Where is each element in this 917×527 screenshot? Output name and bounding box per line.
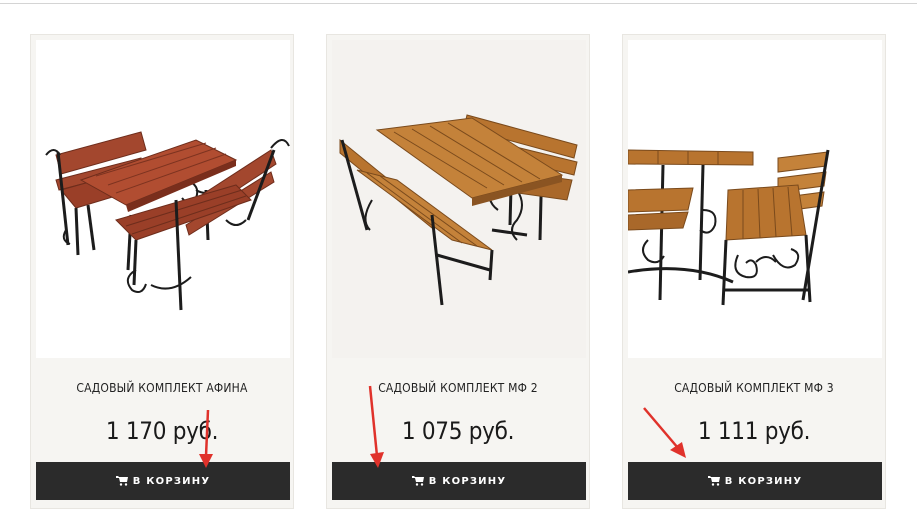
product-price: 1 111 руб. xyxy=(697,417,811,445)
product-image[interactable] xyxy=(36,40,290,358)
product-card: САДОВЫЙ КОМПЛЕКТ МФ 2 1 075 руб. В КОРЗИ… xyxy=(326,34,590,509)
add-to-cart-label: В КОРЗИНУ xyxy=(724,475,803,487)
product-image[interactable] xyxy=(628,40,882,358)
product-title[interactable]: САДОВЫЙ КОМПЛЕКТ МФ 2 xyxy=(327,381,589,395)
product-image[interactable] xyxy=(332,40,586,358)
add-to-cart-label: В КОРЗИНУ xyxy=(132,475,211,487)
add-to-cart-label: В КОРЗИНУ xyxy=(428,475,507,487)
top-divider xyxy=(0,3,917,4)
product-card: САДОВЫЙ КОМПЛЕКТ АФИНА 1 170 руб. В КОРЗ… xyxy=(30,34,294,509)
garden-set-afina-picture xyxy=(45,131,290,311)
product-card: САДОВЫЙ КОМПЛЕКТ МФ 3 1 111 руб. В КОРЗИ… xyxy=(622,34,886,509)
product-title[interactable]: САДОВЫЙ КОМПЛЕКТ АФИНА xyxy=(31,381,293,395)
product-price: 1 075 руб. xyxy=(401,417,515,445)
cart-icon xyxy=(707,476,720,486)
cart-icon xyxy=(115,476,128,486)
garden-set-mf3-picture xyxy=(628,149,830,306)
add-to-cart-button[interactable]: В КОРЗИНУ xyxy=(628,462,882,500)
add-to-cart-button[interactable]: В КОРЗИНУ xyxy=(36,462,290,500)
add-to-cart-button[interactable]: В КОРЗИНУ xyxy=(332,462,586,500)
cart-icon xyxy=(411,476,424,486)
garden-set-mf2-picture xyxy=(339,114,578,306)
product-price: 1 170 руб. xyxy=(105,417,219,445)
product-title[interactable]: САДОВЫЙ КОМПЛЕКТ МФ 3 xyxy=(623,381,885,395)
